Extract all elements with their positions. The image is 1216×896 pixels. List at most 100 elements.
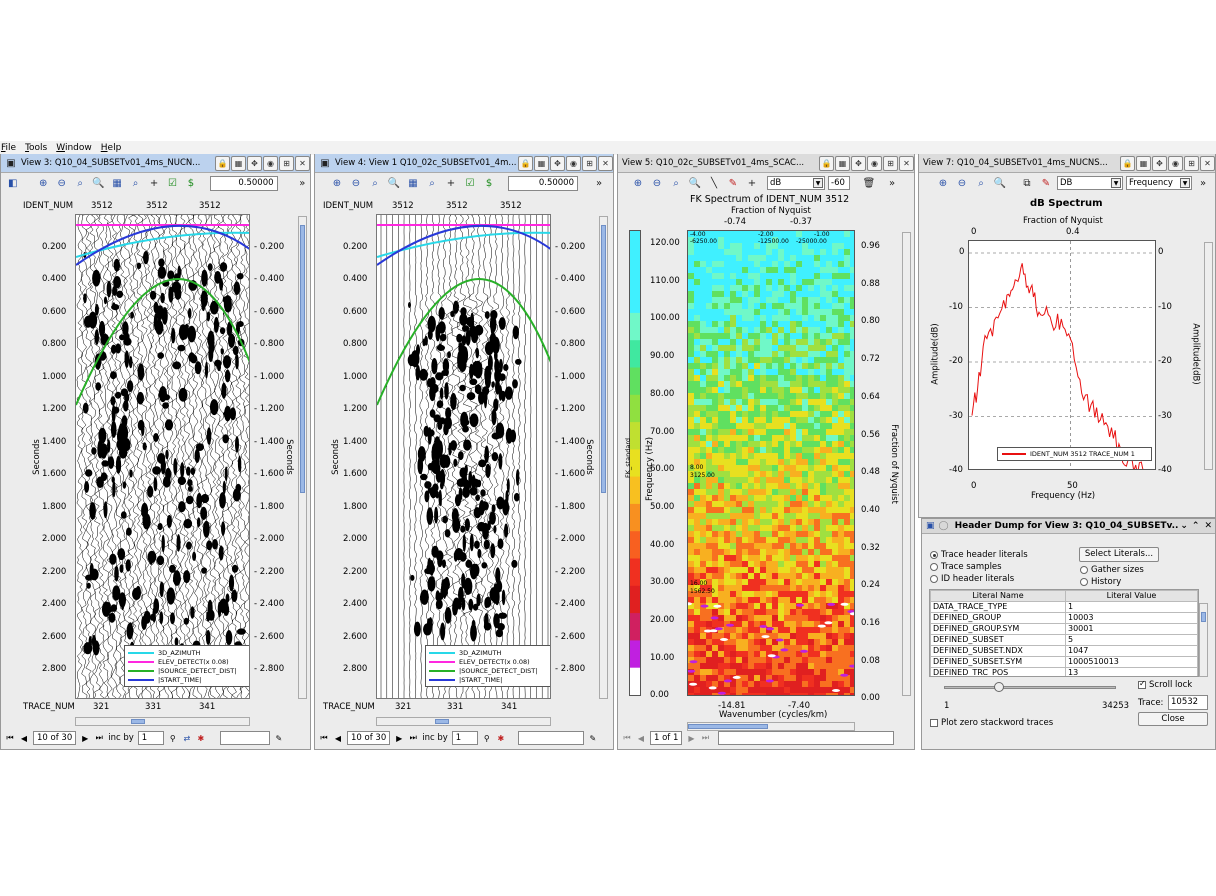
arrows-icon[interactable]: ✥ [851, 155, 866, 171]
zoom-in-icon[interactable]: ⊕ [935, 175, 951, 191]
zoom-out-icon[interactable]: ⊖ [348, 175, 364, 191]
last-icon[interactable]: ⏭ [700, 733, 710, 743]
edit-icon[interactable]: ✎ [274, 734, 284, 743]
crosshair-icon[interactable]: + [744, 175, 760, 191]
vertical-scrollbar[interactable] [298, 216, 307, 699]
scroll-thumb[interactable] [435, 719, 449, 724]
check-icon[interactable]: ☑ [165, 175, 180, 191]
dollar-icon[interactable]: $ [183, 175, 198, 191]
domain-select[interactable]: Frequency ▼ [1126, 176, 1192, 190]
menu-tools[interactable]: Tools [24, 141, 47, 155]
first-icon[interactable]: ⏮ [5, 733, 15, 743]
zoom-out-icon[interactable]: ⊖ [954, 175, 970, 191]
next-icon[interactable]: ▶ [394, 734, 404, 743]
radio-trace-samples[interactable]: Trace samples [930, 561, 1028, 573]
last-icon[interactable]: ⏭ [94, 733, 104, 743]
zoom-icon[interactable]: 🔍 [386, 175, 402, 191]
zoom-out-icon[interactable]: ⊖ [649, 175, 665, 191]
save-image-icon[interactable]: ▦ [835, 155, 850, 171]
scroll-thumb[interactable] [131, 719, 145, 724]
spectrum-plot[interactable]: IDENT_NUM 3512 TRACE_NUM 1 [968, 240, 1156, 474]
zoom-fit-icon[interactable]: ⌕ [367, 175, 383, 191]
eye-icon[interactable]: ◉ [566, 155, 581, 171]
scale-input[interactable]: 0.50000 [508, 175, 578, 191]
lock-icon[interactable]: 🔒 [1120, 155, 1135, 171]
lock-icon[interactable]: 🔒 [819, 155, 834, 171]
tile-icon[interactable]: ⊞ [1184, 155, 1199, 171]
close-icon[interactable]: ✕ [1200, 155, 1215, 171]
scroll-thumb[interactable] [300, 225, 305, 493]
first-icon[interactable]: ⏮ [319, 733, 329, 743]
lock-icon[interactable]: 🔒 [215, 155, 230, 171]
crosshair-icon[interactable]: + [443, 175, 459, 191]
last-icon[interactable]: ⏭ [408, 733, 418, 743]
tile-icon[interactable]: ⊞ [582, 155, 597, 171]
zoom-fit-icon[interactable]: ⌕ [72, 175, 87, 191]
zoom-box-icon[interactable]: ⌕ [424, 175, 440, 191]
column-header[interactable]: Literal Value [1065, 590, 1198, 602]
check-icon[interactable]: ☑ [462, 175, 478, 191]
table-row[interactable]: DEFINED_SUBSET.SYM 1000510013 [930, 656, 1198, 668]
radio-history[interactable]: History [1080, 576, 1144, 588]
menu-file[interactable]: File [0, 141, 16, 155]
tile-icon[interactable]: ⊞ [279, 155, 294, 171]
slider-handle[interactable] [994, 682, 1004, 692]
dollar-icon[interactable]: $ [481, 175, 497, 191]
table-row[interactable]: DEFINED_TRC_POS 13 [930, 667, 1198, 676]
save-image-icon[interactable]: ▦ [534, 155, 549, 171]
menu-help[interactable]: Help [100, 141, 122, 155]
binoculars-icon[interactable]: ⚲ [168, 734, 178, 743]
table-row[interactable]: DATA_TRACE_TYPE 1 [930, 601, 1198, 613]
grid-icon[interactable]: ▦ [109, 175, 124, 191]
paint-icon[interactable]: ✎ [725, 175, 741, 191]
crosshair-icon[interactable]: + [146, 175, 161, 191]
view3-titlebar[interactable]: ▣ View 3: Q10_04_SUBSETv01_4ms_NUCN... 🔒… [1, 154, 310, 173]
db-min-select[interactable]: -60 [828, 176, 850, 190]
arrows-icon[interactable]: ✥ [550, 155, 565, 171]
zoom-in-icon[interactable]: ⊕ [329, 175, 345, 191]
vertical-scrollbar[interactable] [599, 216, 608, 699]
more-icon[interactable]: » [295, 175, 310, 191]
select-literals-button[interactable]: Select Literals... [1079, 547, 1159, 562]
unit-select[interactable]: dB ▼ [767, 176, 825, 190]
close-icon[interactable]: ✕ [598, 155, 613, 171]
view5-titlebar[interactable]: View 5: Q10_02c_SUBSETv01_4ms_SCAC... 🔒 … [618, 154, 914, 173]
inc-input[interactable]: 1 [451, 731, 478, 745]
trash-icon[interactable]: 🗑 [861, 175, 877, 191]
view7-titlebar[interactable]: View 7: Q10_04_SUBSETv01_4ms_NUCNS... 🔒 … [919, 154, 1215, 173]
more-icon[interactable]: » [1195, 175, 1211, 191]
table-row[interactable]: DEFINED_GROUP.SYM 30001 [930, 623, 1198, 635]
view4-titlebar[interactable]: ▣ View 4: View 1 Q10_02c_SUBSETv01_4m...… [315, 154, 613, 173]
maximize-icon[interactable]: ⌃ [1192, 521, 1200, 531]
menu-window[interactable]: Window [55, 141, 92, 155]
scroll-lock-checkbox[interactable]: Scroll lock [1138, 679, 1192, 690]
menu-icon[interactable]: ◧ [5, 175, 20, 191]
zoom-box-icon[interactable]: ⌕ [128, 175, 143, 191]
zoom-fit-icon[interactable]: ⌕ [668, 175, 684, 191]
header-table[interactable]: Literal Name Literal Value DATA_TRACE_TY… [929, 589, 1199, 677]
table-row[interactable]: DEFINED_SUBSET.NDX 1047 [930, 645, 1198, 657]
table-scrollbar[interactable] [1199, 603, 1208, 677]
trace-input[interactable]: 10532 [1168, 695, 1208, 710]
save-image-icon[interactable]: ▦ [231, 155, 246, 171]
paint-icon[interactable]: ✎ [1038, 175, 1054, 191]
prev-icon[interactable]: ◀ [636, 734, 646, 743]
close-icon[interactable]: ✕ [899, 155, 914, 171]
first-icon[interactable]: ⏮ [622, 733, 632, 743]
close-icon[interactable]: ✕ [1204, 521, 1212, 531]
radio-trace-header-literals[interactable]: Trace header literals [930, 549, 1028, 561]
edit-icon[interactable]: ✎ [588, 734, 598, 743]
table-row[interactable]: DEFINED_SUBSET 5 [930, 634, 1198, 646]
eye-icon[interactable]: ◉ [263, 155, 278, 171]
dump-titlebar[interactable]: ▣ ◯ Header Dump for View 3: Q10_04_SUBSE… [922, 519, 1215, 534]
eye-icon[interactable]: ◉ [867, 155, 882, 171]
zoom-in-icon[interactable]: ⊕ [630, 175, 646, 191]
trace-slider[interactable] [944, 682, 1116, 692]
seismic-plot[interactable]: 3D_AZIMUTH ELEV_DETECT(x 0.08) |SOURCE_D… [75, 214, 250, 699]
column-header[interactable]: Literal Name [930, 590, 1066, 602]
lock-icon[interactable]: 🔒 [518, 155, 533, 171]
grid-icon[interactable]: ▦ [405, 175, 421, 191]
seismic-plot[interactable]: 3D_AZIMUTH ELEV_DETECT(x 0.08) |SOURCE_D… [376, 214, 551, 699]
zoom-fit-icon[interactable]: ⌕ [973, 175, 989, 191]
table-row[interactable]: DEFINED_GROUP 10003 [930, 612, 1198, 624]
